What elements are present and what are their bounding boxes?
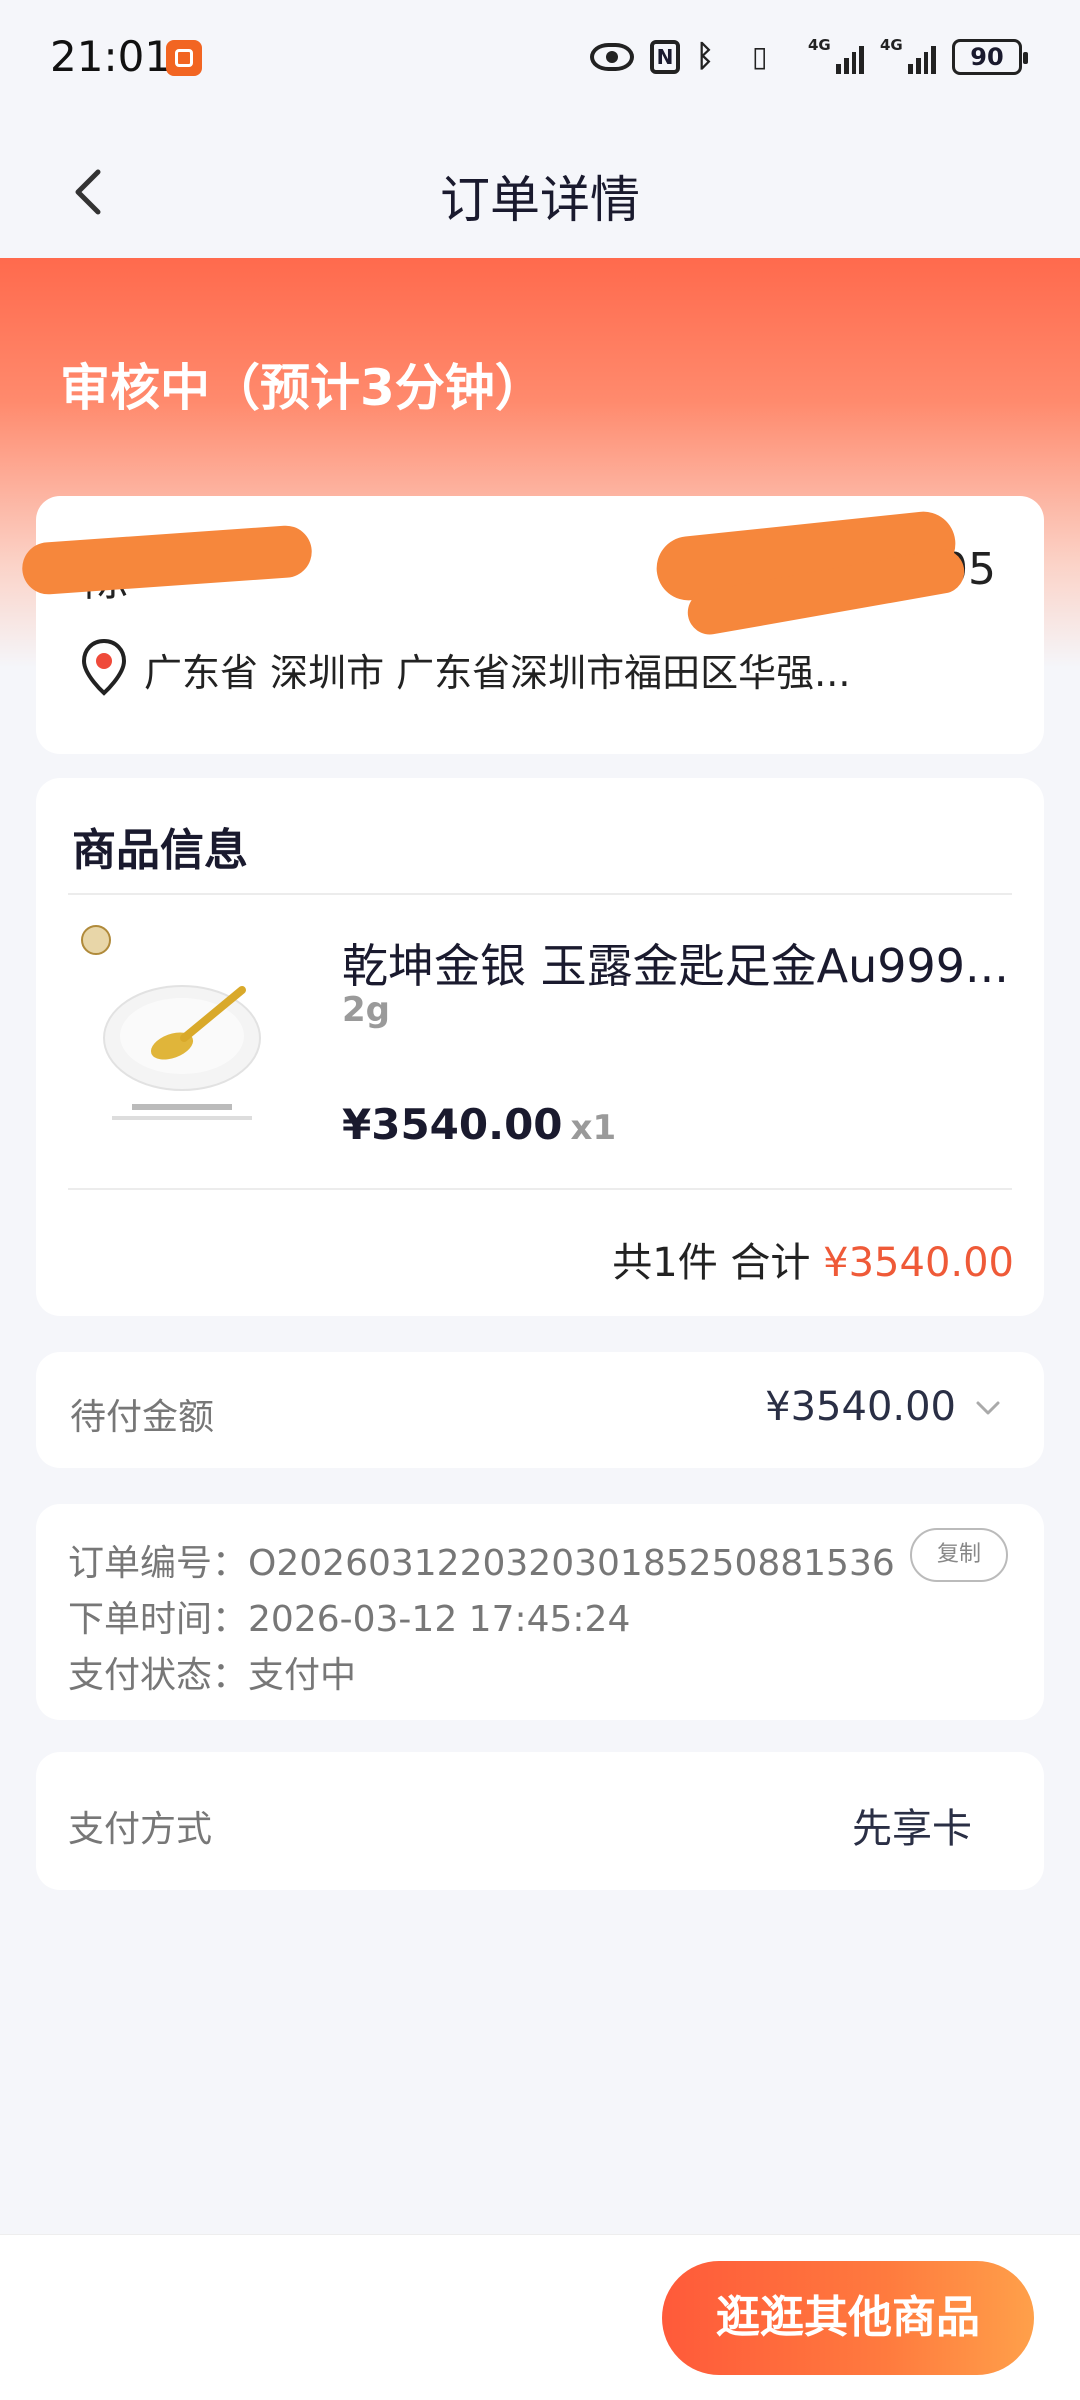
order-number-label: 订单编号：: [68, 1543, 249, 1584]
nfc-icon: N: [650, 40, 680, 74]
order-time-label: 下单时间：: [68, 1599, 249, 1640]
product-name[interactable]: 乾坤金银 玉露金匙足金Au999...: [342, 930, 1022, 996]
order-number-row: 订单编号：O202603122032030185250881536: [68, 1534, 895, 1586]
address-text: 广东省 深圳市 广东省深圳市福田区华强...: [144, 651, 851, 695]
amount-due-label: 待付金额: [70, 1397, 215, 1438]
redaction-mark: [20, 523, 314, 597]
notification-app-icon: [166, 40, 202, 76]
location-pin-icon: [81, 638, 127, 696]
amount-due-value: ¥3540.00: [765, 1384, 956, 1430]
address-card[interactable]: 陈** 17******05 广东省 深圳市 广东省深圳市福田区华强...: [20, 496, 1044, 754]
divider: [68, 893, 1012, 895]
browse-other-products-button[interactable]: 逛逛其他商品: [662, 2261, 1034, 2375]
chevron-down-icon[interactable]: [972, 1392, 1004, 1424]
product-thumbnail[interactable]: [72, 918, 294, 1140]
order-summary: 共1件 合计 ¥3540.00: [612, 1230, 1014, 1288]
order-time-value: 2026-03-12 17:45:24: [248, 1599, 631, 1640]
summary-count: 共1件 合计: [612, 1240, 824, 1286]
signal-icon-sim1: 4G: [808, 36, 864, 74]
amount-due-card[interactable]: 待付金额 ¥3540.00: [36, 1352, 1044, 1468]
nav-bar: 订单详情: [0, 120, 1080, 258]
pay-status-row: 支付状态：支付中: [68, 1646, 356, 1698]
status-icons: N ᛒ ▯ 4G 4G 90: [590, 36, 1028, 78]
order-info-card: 订单编号：O202603122032030185250881536 下单时间：2…: [36, 1504, 1044, 1720]
product-quantity: x1: [570, 1108, 617, 1148]
gold-spoon-image: [81, 925, 261, 1120]
signal-icon-sim2: 4G: [880, 36, 936, 74]
bluetooth-icon: ᛒ: [696, 39, 714, 74]
vibrate-icon: ▯: [752, 40, 768, 73]
product-spec: 2g: [342, 990, 390, 1030]
bottom-action-bar: 逛逛其他商品: [0, 2234, 1080, 2400]
status-bar: 21:01 N ᛒ ▯ 4G 4G 90: [0, 0, 1080, 120]
payment-method-value: 先享卡: [852, 1806, 972, 1852]
product-price: ¥3540.00: [342, 1100, 563, 1149]
order-time-row: 下单时间：2026-03-12 17:45:24: [68, 1590, 630, 1642]
product-info-card: 商品信息 乾坤金银 玉露金匙足金Au999... 2g ¥3540.00 x1 共…: [36, 778, 1044, 1316]
status-time: 21:01: [50, 32, 172, 81]
order-status-text: 审核中（预计3分钟）: [60, 359, 545, 417]
divider: [68, 1188, 1012, 1190]
pay-status-label: 支付状态：: [68, 1655, 249, 1696]
network-type-label: 4G: [808, 36, 831, 54]
eye-comfort-icon: [590, 43, 634, 71]
battery-icon: 90: [952, 39, 1028, 75]
copy-order-number-button[interactable]: 复制: [910, 1528, 1008, 1582]
summary-total: ¥3540.00: [823, 1240, 1014, 1286]
product-price-row: ¥3540.00 x1: [342, 1100, 616, 1149]
page-title: 订单详情: [440, 171, 640, 229]
section-title: 商品信息: [72, 825, 248, 876]
network-type-label: 4G: [880, 36, 903, 54]
payment-method-label: 支付方式: [68, 1809, 213, 1850]
order-number-value: O202603122032030185250881536: [248, 1543, 895, 1584]
pay-status-value: 支付中: [248, 1655, 357, 1696]
payment-method-card[interactable]: 支付方式 先享卡: [36, 1752, 1044, 1890]
